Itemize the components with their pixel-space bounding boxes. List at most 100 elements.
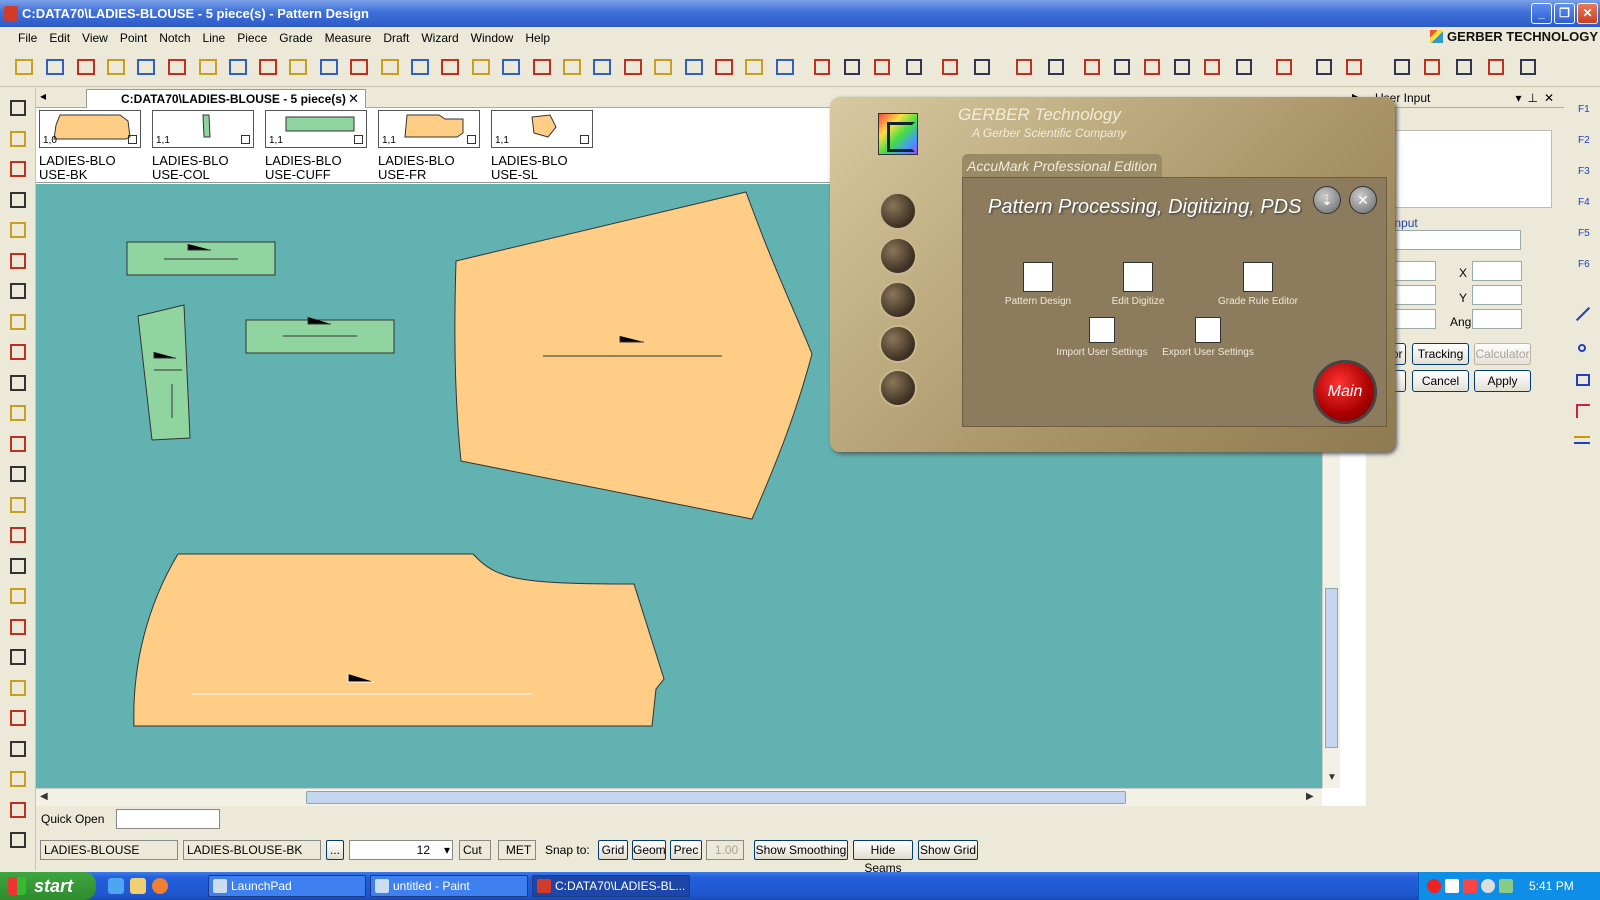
cancel-button[interactable]: Cancel <box>1412 370 1469 392</box>
curve-icon[interactable] <box>6 523 30 547</box>
pattern-design-launcher[interactable]: Pattern Design <box>983 262 1093 307</box>
fkey-f2[interactable]: F2 <box>1578 135 1590 146</box>
tracking-button[interactable]: Tracking <box>1412 343 1469 365</box>
seam-tool-icon[interactable] <box>1574 436 1590 444</box>
menu-draft[interactable]: Draft <box>377 28 415 48</box>
line-tool-icon[interactable] <box>1575 306 1591 322</box>
import-user-settings-launcher[interactable]: Import User Settings <box>1047 317 1157 358</box>
undo-icon[interactable] <box>938 55 962 79</box>
horizontal-scroll-thumb[interactable] <box>306 791 1126 804</box>
pleat-icon[interactable] <box>6 615 30 639</box>
close-button[interactable]: ✕ <box>1577 3 1598 24</box>
collapse-icon[interactable]: ⇣ <box>1313 186 1341 214</box>
delete-mark-tool-icon[interactable] <box>742 55 766 79</box>
measure-icon[interactable] <box>6 249 30 273</box>
quick-open-input[interactable] <box>116 809 220 829</box>
fkey-f5[interactable]: F5 <box>1578 228 1590 239</box>
show-desktop-icon[interactable] <box>108 878 124 894</box>
search-tool-icon[interactable] <box>347 55 371 79</box>
app-icon[interactable] <box>4 6 18 21</box>
nav-knob-5[interactable] <box>879 369 917 407</box>
close-tab-icon[interactable]: ✕ <box>348 90 359 108</box>
show-grid-button[interactable]: Show Grid <box>918 840 978 860</box>
layer-icon[interactable] <box>6 279 30 303</box>
mirror-tool-icon[interactable] <box>712 55 736 79</box>
scroll-left-icon[interactable]: ◀ <box>40 791 48 802</box>
snap-prec-button[interactable]: Prec <box>670 840 702 860</box>
calculator-button[interactable]: Calculator <box>1474 343 1531 365</box>
sheet-icon[interactable] <box>1272 55 1296 79</box>
chevron-down-icon[interactable]: ▾ <box>444 841 450 859</box>
trace-tool-icon[interactable] <box>560 55 584 79</box>
tray-app-icon-2[interactable] <box>1463 879 1477 893</box>
dart-tool-icon[interactable] <box>651 55 675 79</box>
scroll-down-icon[interactable]: ▼ <box>1327 772 1337 783</box>
menu-point[interactable]: Point <box>114 28 153 48</box>
x-field[interactable] <box>1472 261 1522 281</box>
zoom-out-icon[interactable] <box>6 188 30 212</box>
task-launchpad[interactable]: LaunchPad <box>208 875 366 897</box>
firefox-icon[interactable] <box>152 878 168 894</box>
printer-icon[interactable] <box>1044 55 1068 79</box>
undo-icon[interactable] <box>6 96 30 120</box>
zoom-out-icon[interactable] <box>1110 55 1134 79</box>
volume-icon[interactable] <box>1481 879 1495 893</box>
line-mode-tool-icon[interactable] <box>408 55 432 79</box>
fold-icon[interactable] <box>6 645 30 669</box>
point-add-icon[interactable] <box>6 432 30 456</box>
show-smoothing-button[interactable]: Show Smoothing <box>754 840 848 860</box>
nest-tool-icon[interactable] <box>165 55 189 79</box>
menu-notch[interactable]: Notch <box>153 28 196 48</box>
grid-icon[interactable] <box>6 737 30 761</box>
menu-window[interactable]: Window <box>465 28 520 48</box>
menu-wizard[interactable]: Wizard <box>415 28 464 48</box>
fkey-f4[interactable]: F4 <box>1578 197 1590 208</box>
delete-all-icon[interactable] <box>1342 55 1366 79</box>
menu-line[interactable]: Line <box>197 28 232 48</box>
point-tool-icon[interactable] <box>378 55 402 79</box>
save-icon[interactable] <box>840 55 864 79</box>
cross-delete-icon[interactable] <box>6 371 30 395</box>
fkey-f3[interactable]: F3 <box>1578 166 1590 177</box>
swap-tool-icon[interactable] <box>317 55 341 79</box>
piece-thumb-sl[interactable]: 1,1 <box>491 110 593 148</box>
main-button[interactable]: Main <box>1313 360 1377 424</box>
cross-tool-icon[interactable] <box>590 55 614 79</box>
menu-grade[interactable]: Grade <box>273 28 318 48</box>
fill-icon[interactable] <box>6 798 30 822</box>
delete-icon[interactable] <box>6 310 30 334</box>
pattern-piece-back[interactable] <box>133 553 665 727</box>
add-line-icon[interactable] <box>6 767 30 791</box>
flip-h-icon[interactable] <box>1390 55 1414 79</box>
print-tool-icon[interactable] <box>12 55 36 79</box>
redo-icon[interactable] <box>970 55 994 79</box>
task-paint[interactable]: untitled - Paint <box>370 875 528 897</box>
hide-seams-button[interactable]: Hide Seams <box>853 840 913 875</box>
units-field[interactable]: MET <box>498 840 536 860</box>
size-select[interactable]: 12 ▾ <box>349 840 453 860</box>
document-tab[interactable]: C:DATA70\LADIES-BLOUSE - 5 piece(s) ✕ <box>86 89 366 108</box>
nav-knob-2[interactable] <box>879 237 917 275</box>
delete-all-icon[interactable] <box>6 340 30 364</box>
menu-piece[interactable]: Piece <box>231 28 273 48</box>
zoom-in-tool-icon[interactable] <box>196 55 220 79</box>
task-pattern-design[interactable]: C:DATA70\LADIES-BL... <box>532 875 690 897</box>
grade-tool-icon[interactable] <box>104 55 128 79</box>
popup-close-icon[interactable]: ✕ <box>1349 186 1377 214</box>
pleat-tool-icon[interactable] <box>682 55 706 79</box>
edit-digitize-launcher[interactable]: Edit Digitize <box>1083 262 1193 307</box>
piece-thumb-col[interactable]: 1,1 <box>152 110 254 148</box>
explorer-icon[interactable] <box>130 878 146 894</box>
restore-button[interactable]: ❐ <box>1554 3 1575 24</box>
zoom-window-icon[interactable] <box>1140 55 1164 79</box>
minimize-button[interactable]: _ <box>1531 3 1552 24</box>
export-user-settings-launcher[interactable]: Export User Settings <box>1153 317 1263 358</box>
scroll-right-icon[interactable]: ▶ <box>1306 791 1314 802</box>
snap-grid-button[interactable]: Grid <box>598 840 628 860</box>
antivirus-icon[interactable] <box>1427 879 1441 893</box>
flip-both-icon[interactable] <box>1484 55 1508 79</box>
flip-v-icon[interactable] <box>1452 55 1476 79</box>
save-as-icon[interactable] <box>870 55 894 79</box>
corner-tool-icon[interactable] <box>1576 404 1590 418</box>
fkey-f1[interactable]: F1 <box>1578 104 1590 115</box>
